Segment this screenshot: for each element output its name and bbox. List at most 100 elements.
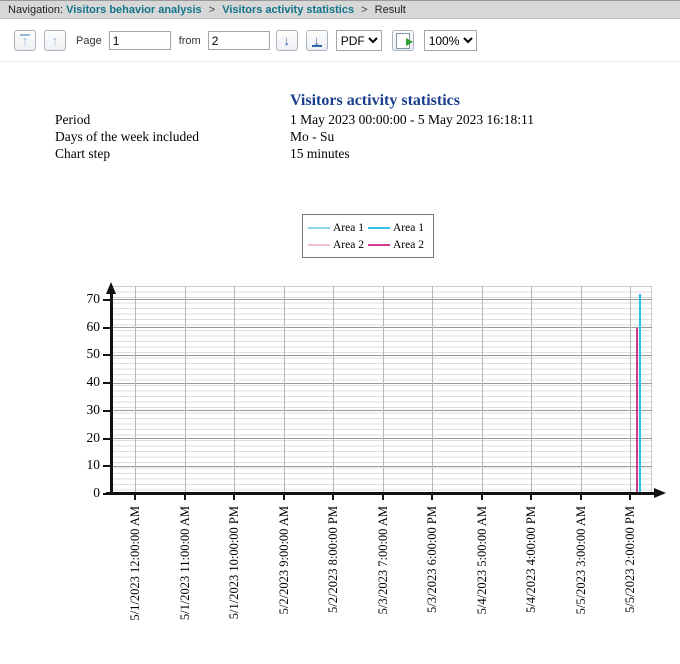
y-axis-tick <box>103 493 112 495</box>
x-axis-tick-label-text: 5/1/2023 11:00:00 AM <box>178 506 193 620</box>
x-axis-tick-label-text: 5/5/2023 3:00:00 AM <box>574 506 589 614</box>
viewer-toolbar: ↑ ↑ Page from ↓ ↓ PDF 100% <box>0 20 680 62</box>
y-axis-tick-label: 40 <box>62 374 100 390</box>
legend-line-sample <box>308 244 330 246</box>
y-axis-tick <box>103 438 112 440</box>
legend-label: Area 1 <box>333 222 364 234</box>
field-label: Days of the week included <box>55 129 199 145</box>
breadcrumb-link-visitors-activity-statistics[interactable]: Visitors activity statistics <box>222 4 354 16</box>
breadcrumb-prefix: Navigation: <box>8 4 63 16</box>
x-gridline <box>581 286 582 494</box>
legend-label: Area 2 <box>333 239 364 251</box>
x-gridline <box>284 286 285 494</box>
legend-line-sample <box>308 227 330 229</box>
legend-label: Area 1 <box>393 222 424 234</box>
y-axis-arrow-icon <box>106 282 116 294</box>
field-label: Chart step <box>55 146 110 162</box>
breadcrumb-current: Result <box>375 4 406 16</box>
y-axis-tick-label: 10 <box>62 457 100 473</box>
last-page-icon: ↓ <box>313 34 320 47</box>
x-axis-tick <box>481 495 483 500</box>
x-gridline <box>333 286 334 494</box>
chart-legend: Area 1 Area 1 Area 2 Area 2 <box>302 214 434 258</box>
zoom-select[interactable]: 100% <box>424 30 477 51</box>
field-row-chart-step: Chart step 15 minutes <box>0 146 680 163</box>
pages-total-input[interactable] <box>208 31 270 50</box>
x-gridline <box>630 286 631 494</box>
x-gridline <box>432 286 433 494</box>
breadcrumb: Navigation: Visitors behavior analysis >… <box>0 0 680 19</box>
x-gridline <box>482 286 483 494</box>
legend-item: Area 1 <box>308 222 368 234</box>
y-axis-tick-label: 50 <box>62 346 100 362</box>
first-page-icon: ↑ <box>22 34 29 47</box>
x-axis-tick <box>530 495 532 500</box>
x-gridline <box>531 286 532 494</box>
x-gridline <box>383 286 384 494</box>
y-axis <box>110 294 113 494</box>
x-axis-tick-label-text: 5/3/2023 6:00:00 PM <box>425 506 440 613</box>
x-axis-tick <box>431 495 433 500</box>
activity-chart: 0 10 20 30 40 50 60 70 5/1/2023 12:00:00 AM 5/1/2… <box>0 270 680 664</box>
x-axis-tick <box>134 495 136 500</box>
from-label: from <box>179 35 201 47</box>
y-axis-tick-label: 60 <box>62 319 100 335</box>
y-axis-tick <box>103 410 112 412</box>
legend-item: Area 2 <box>308 239 368 251</box>
x-axis-tick <box>580 495 582 500</box>
x-axis-tick <box>629 495 631 500</box>
y-axis-tick <box>103 299 112 301</box>
report-viewer-page: Navigation: Visitors behavior analysis >… <box>0 0 680 664</box>
field-row-days-included: Days of the week included Mo - Su <box>0 129 680 146</box>
series-line-area-2 <box>636 328 638 494</box>
next-page-button[interactable]: ↓ <box>276 30 298 51</box>
export-format-select[interactable]: PDF <box>336 30 382 51</box>
x-axis-tick-label-text: 5/5/2023 2:00:00 PM <box>623 506 638 613</box>
field-value: 1 May 2023 00:00:00 - 5 May 2023 16:18:1… <box>290 112 534 128</box>
y-axis-tick-label: 20 <box>62 430 100 446</box>
legend-label: Area 2 <box>393 239 424 251</box>
x-axis-tick-label-text: 5/1/2023 12:00:00 AM <box>128 506 143 621</box>
x-axis-tick <box>184 495 186 500</box>
breadcrumb-separator: > <box>361 4 367 16</box>
x-axis-tick-label-text: 5/4/2023 4:00:00 PM <box>524 506 539 613</box>
field-label: Period <box>55 112 90 128</box>
export-button[interactable] <box>392 30 414 51</box>
x-axis-tick <box>382 495 384 500</box>
field-row-period: Period 1 May 2023 00:00:00 - 5 May 2023 … <box>0 112 680 129</box>
y-axis-tick <box>103 465 112 467</box>
field-value: Mo - Su <box>290 129 334 145</box>
page-label: Page <box>76 35 102 47</box>
report-title: Visitors activity statistics <box>140 92 610 110</box>
export-document-icon <box>396 33 410 49</box>
first-page-button[interactable]: ↑ <box>14 30 36 51</box>
y-axis-tick <box>103 327 112 329</box>
breadcrumb-separator: > <box>209 4 215 16</box>
last-page-button[interactable]: ↓ <box>306 30 328 51</box>
x-axis-tick-label-text: 5/3/2023 7:00:00 AM <box>376 506 391 614</box>
previous-page-button[interactable]: ↑ <box>44 30 66 51</box>
x-axis-tick-label-text: 5/4/2023 5:00:00 AM <box>475 506 490 614</box>
y-axis-tick-label: 0 <box>62 485 100 501</box>
x-gridline <box>135 286 136 494</box>
series-line-area-1 <box>639 294 641 494</box>
x-axis <box>106 492 654 495</box>
y-axis-tick <box>103 382 112 384</box>
legend-line-sample <box>368 227 390 229</box>
x-axis-tick <box>233 495 235 500</box>
breadcrumb-link-visitors-behavior-analysis[interactable]: Visitors behavior analysis <box>66 4 202 16</box>
x-axis-tick <box>283 495 285 500</box>
y-axis-tick-label: 30 <box>62 402 100 418</box>
x-gridline <box>234 286 235 494</box>
x-axis-tick-label-text: 5/2/2023 8:00:00 PM <box>326 506 341 613</box>
y-axis-tick-label: 70 <box>62 291 100 307</box>
previous-page-icon: ↑ <box>52 34 59 47</box>
x-axis-tick-label-text: 5/1/2023 10:00:00 PM <box>227 506 242 619</box>
x-axis-tick <box>332 495 334 500</box>
x-gridline <box>185 286 186 494</box>
field-value: 15 minutes <box>290 146 350 162</box>
x-axis-tick-label: 5/5/2023 2:00:00 PM <box>623 504 680 522</box>
x-axis-tick-label-text: 5/2/2023 9:00:00 AM <box>277 506 292 614</box>
page-number-input[interactable] <box>109 31 171 50</box>
next-page-icon: ↓ <box>283 34 290 47</box>
